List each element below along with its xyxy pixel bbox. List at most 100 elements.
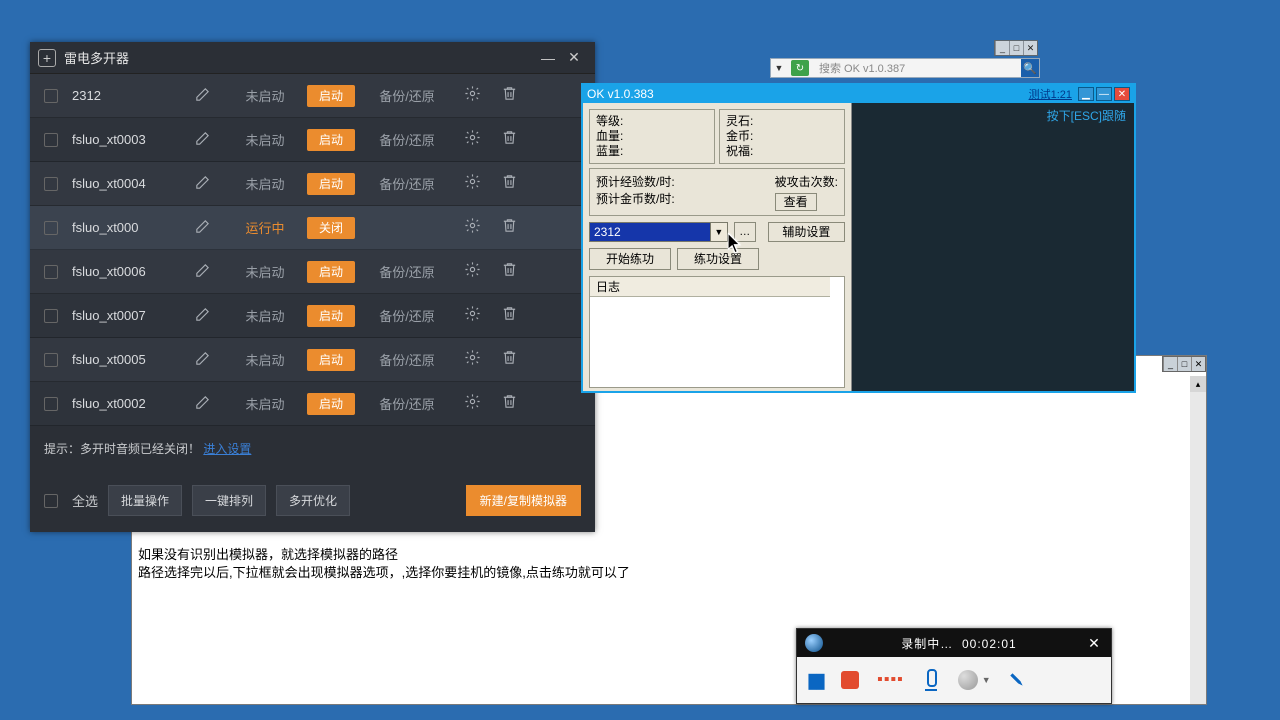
action-button[interactable]: 启动 — [307, 173, 355, 195]
pause-icon[interactable]: ▮▮ — [807, 668, 823, 693]
row-checkbox[interactable] — [44, 309, 58, 323]
backup-link[interactable]: 备份/还原 — [364, 130, 450, 149]
edit-icon[interactable] — [194, 394, 232, 414]
start-button[interactable]: 开始练功 — [589, 248, 671, 270]
instance-row[interactable]: fsluo_xt0002未启动启动备份/还原 — [30, 382, 595, 426]
select-all-checkbox[interactable] — [44, 494, 58, 508]
edit-icon[interactable] — [194, 350, 232, 370]
train-setting-button[interactable]: 练功设置 — [677, 248, 759, 270]
row-checkbox[interactable] — [44, 177, 58, 191]
backup-link[interactable]: 备份/还原 — [364, 394, 450, 413]
scroll-up-icon[interactable]: ▴ — [1190, 376, 1206, 392]
ld-close-icon[interactable]: ✕ — [561, 45, 587, 71]
instance-row[interactable]: fsluo_xt0006未启动启动备份/还原 — [30, 250, 595, 294]
ld-minimize-icon[interactable]: — — [535, 45, 561, 71]
trash-icon[interactable] — [494, 129, 524, 150]
note-min-icon[interactable]: _ — [1163, 357, 1177, 371]
bg-min-icon[interactable]: _ — [995, 41, 1009, 55]
action-button[interactable]: 关闭 — [307, 217, 355, 239]
note-close-icon[interactable]: ✕ — [1191, 357, 1205, 371]
dropdown-icon[interactable]: ▼ — [771, 63, 787, 73]
bg-search-input[interactable]: 搜索 OK v1.0.387 — [813, 60, 1021, 76]
action-button[interactable]: 启动 — [307, 349, 355, 371]
gear-icon[interactable] — [450, 349, 494, 371]
edit-icon[interactable] — [194, 86, 232, 106]
backup-link[interactable]: 备份/还原 — [364, 350, 450, 369]
action-button[interactable]: 启动 — [307, 129, 355, 151]
instance-row[interactable]: fsluo_xt0003未启动启动备份/还原 — [30, 118, 595, 162]
gear-icon[interactable] — [450, 261, 494, 283]
row-checkbox[interactable] — [44, 397, 58, 411]
pen-icon[interactable] — [1005, 669, 1028, 692]
note-max-icon[interactable]: □ — [1177, 357, 1191, 371]
backup-link[interactable]: 备份/还原 — [364, 262, 450, 281]
ok-min-icon[interactable]: ▁ — [1078, 87, 1094, 101]
mic-icon[interactable] — [922, 669, 940, 691]
note-scrollbar[interactable]: ▴ — [1190, 376, 1206, 704]
gear-icon[interactable] — [450, 129, 494, 151]
edit-icon[interactable] — [194, 174, 232, 194]
plus-icon[interactable]: + — [38, 49, 56, 67]
bg-max-icon[interactable]: □ — [1009, 41, 1023, 55]
ok-test-link[interactable]: 测试1:21 — [1029, 86, 1072, 102]
edit-icon[interactable] — [194, 218, 232, 238]
trash-icon[interactable] — [494, 393, 524, 414]
gear-icon[interactable] — [450, 393, 494, 415]
refresh-icon[interactable]: ↻ — [791, 60, 809, 76]
row-checkbox[interactable] — [44, 353, 58, 367]
backup-link[interactable]: 备份/还原 — [364, 86, 450, 105]
ok-close-icon[interactable]: ✕ — [1114, 87, 1130, 101]
webcam-chevron-icon[interactable]: ▼ — [982, 675, 991, 685]
aux-setting-button[interactable]: 辅助设置 — [768, 222, 845, 242]
action-button[interactable]: 启动 — [307, 85, 355, 107]
ok-cfg-icon[interactable]: — — [1096, 87, 1112, 101]
trash-icon[interactable] — [494, 173, 524, 194]
action-button[interactable]: 启动 — [307, 305, 355, 327]
action-button[interactable]: 启动 — [307, 261, 355, 283]
instance-select[interactable]: 2312 ▼ — [589, 222, 728, 242]
instance-row[interactable]: fsluo_xt0007未启动启动备份/还原 — [30, 294, 595, 338]
instance-select-value: 2312 — [594, 225, 621, 239]
instance-row[interactable]: 2312未启动启动备份/还原 — [30, 74, 595, 118]
arrange-button[interactable]: 一键排列 — [192, 485, 266, 516]
batch-button[interactable]: 批量操作 — [108, 485, 182, 516]
gear-icon[interactable] — [450, 173, 494, 195]
row-checkbox[interactable] — [44, 89, 58, 103]
view-button[interactable]: 查看 — [775, 193, 817, 211]
gear-icon[interactable] — [450, 217, 494, 239]
note-line2: 路径选择完以后,下拉框就会出现模拟器选项，,选择你要挂机的镜像,点击练功就可以了 — [138, 564, 1184, 582]
backup-link[interactable]: 备份/还原 — [364, 306, 450, 325]
edit-icon[interactable] — [194, 306, 232, 326]
row-checkbox[interactable] — [44, 221, 58, 235]
webcam-icon[interactable] — [958, 670, 978, 690]
more-icon[interactable]: ▪▪▪▪ — [877, 671, 904, 689]
instance-row[interactable]: fsluo_xt000运行中关闭 — [30, 206, 595, 250]
row-checkbox[interactable] — [44, 265, 58, 279]
optimize-button[interactable]: 多开优化 — [276, 485, 350, 516]
browse-button[interactable]: … — [734, 222, 756, 242]
stop-icon[interactable] — [841, 671, 859, 689]
bg-close-icon[interactable]: ✕ — [1023, 41, 1037, 55]
instance-row[interactable]: fsluo_xt0004未启动启动备份/还原 — [30, 162, 595, 206]
tip-link[interactable]: 进入设置 — [203, 442, 251, 456]
trash-icon[interactable] — [494, 85, 524, 106]
recorder-titlebar[interactable]: 录制中… 00:02:01 ✕ — [797, 629, 1111, 657]
gear-icon[interactable] — [450, 85, 494, 107]
edit-icon[interactable] — [194, 130, 232, 150]
chevron-down-icon[interactable]: ▼ — [710, 223, 727, 241]
trash-icon[interactable] — [494, 217, 524, 238]
trash-icon[interactable] — [494, 261, 524, 282]
ok-titlebar[interactable]: OK v1.0.383 测试1:21 ▁ — ✕ — [583, 85, 1134, 103]
action-button[interactable]: 启动 — [307, 393, 355, 415]
tip-text: 提示：多开时音频已经关闭！ — [44, 442, 200, 456]
bg-search-icon[interactable]: 🔍 — [1021, 59, 1039, 77]
edit-icon[interactable] — [194, 262, 232, 282]
row-checkbox[interactable] — [44, 133, 58, 147]
instance-row[interactable]: fsluo_xt0005未启动启动备份/还原 — [30, 338, 595, 382]
recorder-close-icon[interactable]: ✕ — [1085, 634, 1103, 652]
gear-icon[interactable] — [450, 305, 494, 327]
create-button[interactable]: 新建/复制模拟器 — [466, 485, 581, 516]
trash-icon[interactable] — [494, 305, 524, 326]
backup-link[interactable]: 备份/还原 — [364, 174, 450, 193]
trash-icon[interactable] — [494, 349, 524, 370]
